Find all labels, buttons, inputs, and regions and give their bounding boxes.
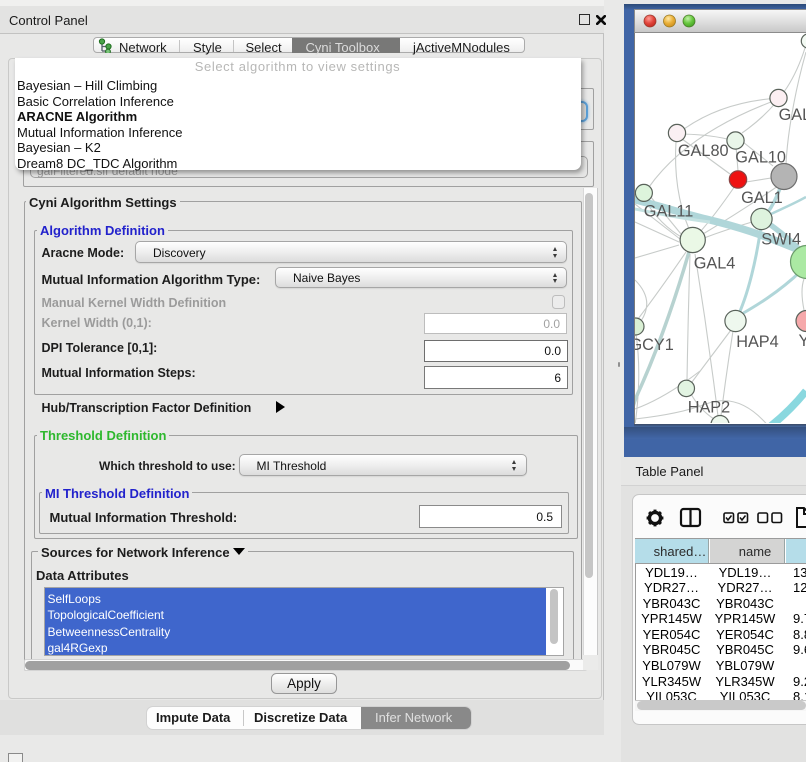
svg-text:GAL1: GAL1 <box>741 189 783 207</box>
svg-text:HAP4: HAP4 <box>736 333 779 351</box>
svg-text:GAL2: GAL2 <box>779 106 806 124</box>
svg-text:GAL10: GAL10 <box>735 149 786 167</box>
svg-text:GAL4: GAL4 <box>694 255 736 273</box>
svg-text:GAL80: GAL80 <box>678 142 729 160</box>
svg-text:GAL11: GAL11 <box>644 202 693 220</box>
svg-text:GCY1: GCY1 <box>635 336 674 354</box>
svg-text:HAP2: HAP2 <box>688 399 731 417</box>
svg-text:Y: Y <box>799 332 806 350</box>
svg-text:SWI4: SWI4 <box>761 231 801 249</box>
